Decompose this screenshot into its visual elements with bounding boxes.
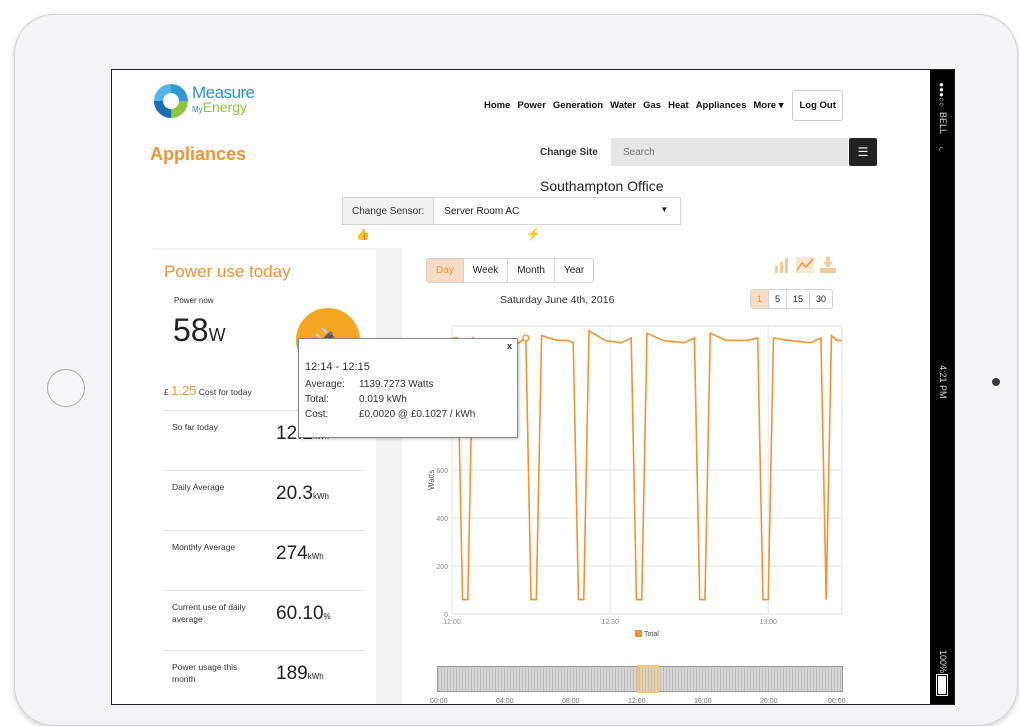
front-camera — [992, 378, 1000, 386]
chart-tooltip: x 12:14 - 12:15 Average: 1139.7273 Watts … — [298, 338, 518, 438]
sensor-dropdown[interactable]: Server Room AC ▼ — [434, 198, 680, 224]
download-icon[interactable] — [818, 256, 838, 274]
y-tick-label: 200 — [436, 564, 448, 571]
nav-gas[interactable]: Gas — [643, 100, 661, 111]
x-tick-label: 12:30 — [601, 619, 619, 626]
power-today-panel: Power use today Power now 58W 🔌 £ 1.25 C… — [152, 250, 376, 704]
power-now-value: 58W — [173, 312, 226, 348]
chart-panel: Day Week Month Year Saturday June 4th, 2… — [402, 248, 898, 705]
y-tick-label: 0 — [444, 612, 448, 619]
clock-label: 4:21 PM — [938, 365, 948, 399]
time-navigator[interactable] — [437, 665, 843, 693]
resolution-15[interactable]: 15 — [787, 290, 811, 308]
tab-week[interactable]: Week — [464, 259, 509, 282]
cost-today: £ 1.25 Cost for today — [164, 383, 252, 398]
stat-row: Daily Average 20.3kWh — [164, 470, 364, 528]
resolution-5[interactable]: 5 — [769, 290, 788, 308]
navigator-tick: 00:00 — [430, 698, 448, 705]
y-axis-label: Watts — [427, 470, 436, 490]
tab-month[interactable]: Month — [508, 259, 555, 282]
logo-measure: Measure — [192, 82, 255, 102]
lightning-icon: ⚡ — [526, 227, 541, 241]
tooltip-close-button[interactable]: x — [507, 341, 512, 351]
battery-percent: 100% — [938, 650, 948, 674]
battery-icon — [936, 674, 948, 696]
nav-heat[interactable]: Heat — [668, 100, 689, 111]
nav-more[interactable]: More ▾ — [753, 100, 783, 111]
tooltip-total: Total: 0.019 kWh — [305, 394, 407, 405]
hover-point — [522, 334, 530, 342]
nav-power[interactable]: Power — [517, 100, 546, 111]
tooltip-cost: Cost: £0.0020 @ £0.1027 / kWh — [305, 409, 476, 420]
resolution-30[interactable]: 30 — [810, 290, 832, 308]
nav-water[interactable]: Water — [610, 100, 636, 111]
chart-date: Saturday June 4th, 2016 — [500, 294, 615, 306]
signal-icon: ● ● ● ○ ○ — [939, 80, 944, 109]
x-tick-label: 12:00 — [443, 619, 461, 626]
power-now-label: Power now — [174, 296, 214, 305]
site-name: Southampton Office — [540, 178, 664, 194]
site-search-input[interactable] — [611, 138, 848, 166]
resolution-1[interactable]: 1 — [751, 290, 770, 308]
navigator-tick: 04:00 — [496, 698, 514, 705]
logo-my: My — [192, 104, 203, 114]
navigator-tick: 12:00 — [628, 698, 646, 705]
stat-row: Current use of daily average 60.10% — [164, 590, 364, 648]
sensor-value: Server Room AC — [444, 206, 520, 217]
range-tabs: Day Week Month Year — [426, 258, 595, 283]
x-tick-label: 13:00 — [759, 619, 777, 626]
tooltip-average: Average: 1139.7273 Watts — [305, 379, 434, 390]
stat-row: Power usage this month 189kWh — [164, 650, 364, 704]
status-bar: ● ● ● ○ ○ BELL ◟ 4:21 PM 100% — [930, 70, 954, 704]
logo-mark-icon — [154, 84, 188, 118]
page-title: Appliances — [150, 144, 247, 164]
stat-row: Monthly Average 274kWh — [164, 530, 364, 588]
resolution-tabs: 1 5 15 30 — [750, 289, 834, 309]
tab-year[interactable]: Year — [555, 259, 593, 282]
screen: ● ● ● ○ ○ BELL ◟ 4:21 PM 100% Measure MyEner… — [111, 69, 955, 705]
nav-appliances[interactable]: Appliances — [696, 100, 747, 111]
navigator-tick: 08:00 — [562, 698, 580, 705]
tab-day[interactable]: Day — [427, 259, 464, 282]
nav-generation[interactable]: Generation — [553, 100, 603, 111]
chart-type-switcher — [772, 256, 838, 274]
tooltip-range: 12:14 - 12:15 — [305, 361, 370, 373]
main-nav: Home Power Generation Water Gas Heat App… — [484, 90, 843, 121]
power-today-title: Power use today — [164, 262, 291, 281]
carrier-label: BELL — [938, 112, 948, 135]
bar-chart-icon[interactable] — [772, 256, 792, 274]
change-site-label: Change Site — [540, 147, 598, 158]
logo-energy: Energy — [202, 98, 248, 115]
menu-icon[interactable]: ☰ — [849, 138, 877, 166]
line-chart-icon[interactable] — [795, 256, 815, 274]
thumbs-up-icon: 👍 — [356, 229, 370, 241]
y-tick-label: 600 — [436, 468, 448, 475]
navigator-tick: 16:00 — [694, 698, 712, 705]
legend-swatch — [635, 630, 642, 637]
nav-home[interactable]: Home — [484, 100, 510, 111]
logout-button[interactable]: Log Out — [792, 90, 843, 121]
tablet-frame: ● ● ● ○ ○ BELL ◟ 4:21 PM 100% Measure MyEner… — [14, 14, 1018, 726]
sensor-label: Change Sensor: — [343, 198, 435, 224]
legend-label: Total — [644, 631, 659, 638]
sensor-selector: Change Sensor: Server Room AC ▼ — [342, 197, 682, 225]
y-tick-label: 400 — [436, 516, 448, 523]
app: Measure MyEnergy Home Power Generation W… — [112, 70, 930, 705]
navigator-window[interactable] — [636, 665, 660, 693]
navigator-tick: 00:00 — [828, 698, 846, 705]
brand-logo[interactable]: Measure MyEnergy — [154, 84, 255, 118]
home-button[interactable] — [47, 369, 85, 407]
navigator-tick: 20:00 — [760, 698, 778, 705]
wifi-icon: ◟ — [938, 147, 948, 151]
caret-down-icon: ▼ — [660, 205, 669, 214]
